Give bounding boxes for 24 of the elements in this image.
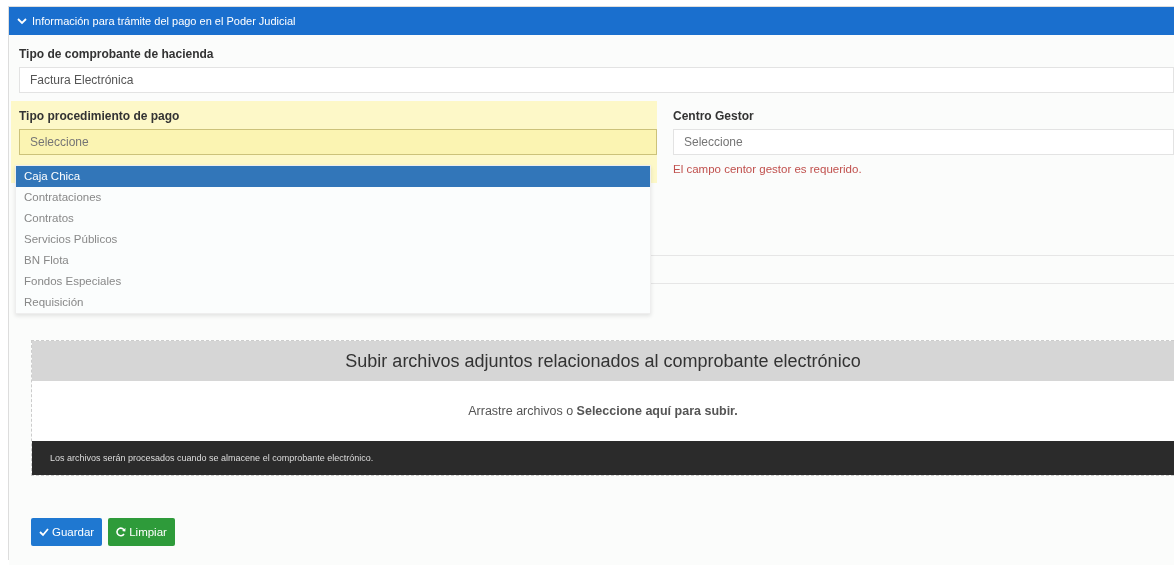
check-icon xyxy=(39,527,49,537)
field-label: Tipo de comprobante de hacienda xyxy=(19,47,215,61)
drop-zone[interactable]: Arrastre archivos o Seleccione aquí para subir. xyxy=(32,381,1174,441)
upload-note: Los archivos serán procesados cuando se almacene el comprobante electrónico. xyxy=(32,441,1174,475)
field-label: Tipo procedimiento de pago xyxy=(19,109,181,123)
select-field[interactable]: Seleccione xyxy=(19,129,657,155)
dropdown-option[interactable]: Servicios Públicos xyxy=(16,229,650,250)
dropdown-option[interactable]: Requisición xyxy=(16,292,650,313)
error-message: El campo centor gestor es requerido. xyxy=(673,163,863,175)
dropdown-option[interactable]: Contrataciones xyxy=(16,187,650,208)
drop-hint: Arrastre archivos o Seleccione aquí para subir. xyxy=(468,404,738,418)
reset-button[interactable]: Limpiar xyxy=(108,518,175,546)
refresh-icon xyxy=(116,527,127,537)
dropdown-option[interactable]: BN Flota xyxy=(16,250,650,271)
chevron-icon xyxy=(17,16,27,26)
dropdown-option[interactable]: Contratos xyxy=(16,208,650,229)
field-label: Centro Gestor xyxy=(673,109,755,123)
select-field[interactable]: Seleccione xyxy=(673,129,1174,155)
upload-title: Subir archivos adjuntos relacionados al comprobante electrónico xyxy=(32,341,1174,381)
dropdown-option[interactable]: Fondos Especiales xyxy=(16,271,650,292)
dropdown-option[interactable]: Caja Chica xyxy=(16,166,650,187)
select-field[interactable]: Factura Electrónica xyxy=(19,67,1174,93)
panel-header[interactable]: Información para trámite del pago en el Poder Judicial xyxy=(9,7,1174,35)
save-button[interactable]: Guardar xyxy=(31,518,103,546)
